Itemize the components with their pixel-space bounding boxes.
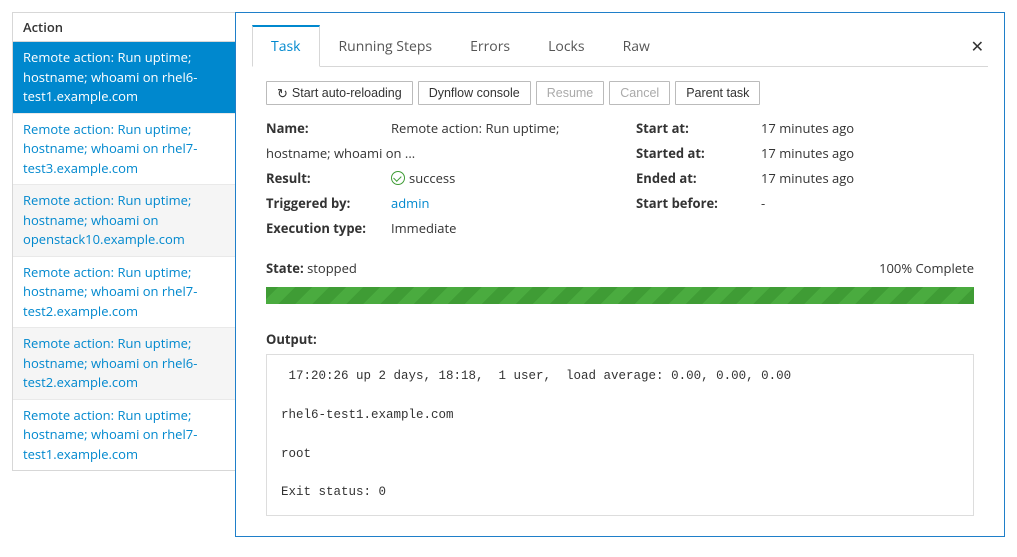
name-value: Remote action: Run uptime;	[391, 119, 636, 137]
result-text: success	[409, 169, 455, 187]
name-value-2: hostname; whoami on ...	[266, 144, 636, 162]
sidebar-item-5[interactable]: Remote action: Run uptime; hostname; who…	[13, 400, 238, 471]
toolbar: ↻ Start auto-reloading Dynflow console R…	[236, 67, 1004, 111]
auto-reload-label: Start auto-reloading	[292, 86, 402, 100]
cancel-button: Cancel	[609, 81, 670, 105]
started-at-value: 17 minutes ago	[761, 144, 974, 162]
tab-task[interactable]: Task	[252, 25, 320, 67]
parent-task-button[interactable]: Parent task	[675, 81, 760, 105]
sidebar-item-3[interactable]: Remote action: Run uptime; hostname; who…	[13, 257, 238, 329]
state-value: stopped	[307, 259, 357, 277]
sidebar-header: Action	[13, 12, 238, 42]
dynflow-console-button[interactable]: Dynflow console	[418, 81, 531, 105]
success-icon	[391, 171, 405, 185]
output-label: Output:	[236, 304, 1004, 354]
resume-button: Resume	[536, 81, 605, 105]
result-label: Result:	[266, 169, 391, 187]
action-sidebar: Action Remote action: Run uptime; hostna…	[12, 12, 239, 471]
task-panel: TaskRunning StepsErrorsLocksRaw ✕ ↻ Star…	[235, 12, 1005, 537]
auto-reload-button[interactable]: ↻ Start auto-reloading	[266, 81, 413, 105]
start-before-value: -	[761, 194, 974, 212]
close-icon[interactable]: ✕	[971, 35, 984, 57]
tab-running-steps[interactable]: Running Steps	[320, 26, 452, 67]
tab-raw[interactable]: Raw	[604, 26, 669, 67]
started-at-label: Started at:	[636, 144, 761, 162]
result-value: success	[391, 169, 636, 187]
sidebar-item-1[interactable]: Remote action: Run uptime; hostname; who…	[13, 114, 238, 186]
refresh-icon: ↻	[277, 87, 288, 100]
tab-errors[interactable]: Errors	[451, 26, 529, 67]
start-at-value: 17 minutes ago	[761, 119, 974, 137]
execution-type-label: Execution type:	[266, 219, 391, 237]
output-box: 17:20:26 up 2 days, 18:18, 1 user, load …	[266, 354, 974, 516]
triggered-by-value[interactable]: admin	[391, 194, 636, 212]
execution-type-value: Immediate	[391, 219, 636, 237]
tab-locks[interactable]: Locks	[529, 26, 603, 67]
start-at-label: Start at:	[636, 119, 761, 137]
sidebar-item-4[interactable]: Remote action: Run uptime; hostname; who…	[13, 328, 238, 400]
state-row: State: stopped 100% Complete	[236, 237, 1004, 283]
progress-complete: 100% Complete	[879, 259, 974, 277]
ended-at-label: Ended at:	[636, 169, 761, 187]
start-before-label: Start before:	[636, 194, 761, 212]
name-label: Name:	[266, 119, 391, 137]
sidebar-item-0[interactable]: Remote action: Run uptime; hostname; who…	[13, 42, 238, 114]
triggered-by-label: Triggered by:	[266, 194, 391, 212]
progress-bar	[266, 287, 974, 304]
state-label: State:	[266, 259, 304, 277]
ended-at-value: 17 minutes ago	[761, 169, 974, 187]
sidebar-item-2[interactable]: Remote action: Run uptime; hostname; who…	[13, 185, 238, 257]
tab-bar: TaskRunning StepsErrorsLocksRaw	[236, 13, 1004, 66]
task-details: Name: Remote action: Run uptime; Start a…	[236, 111, 1004, 237]
